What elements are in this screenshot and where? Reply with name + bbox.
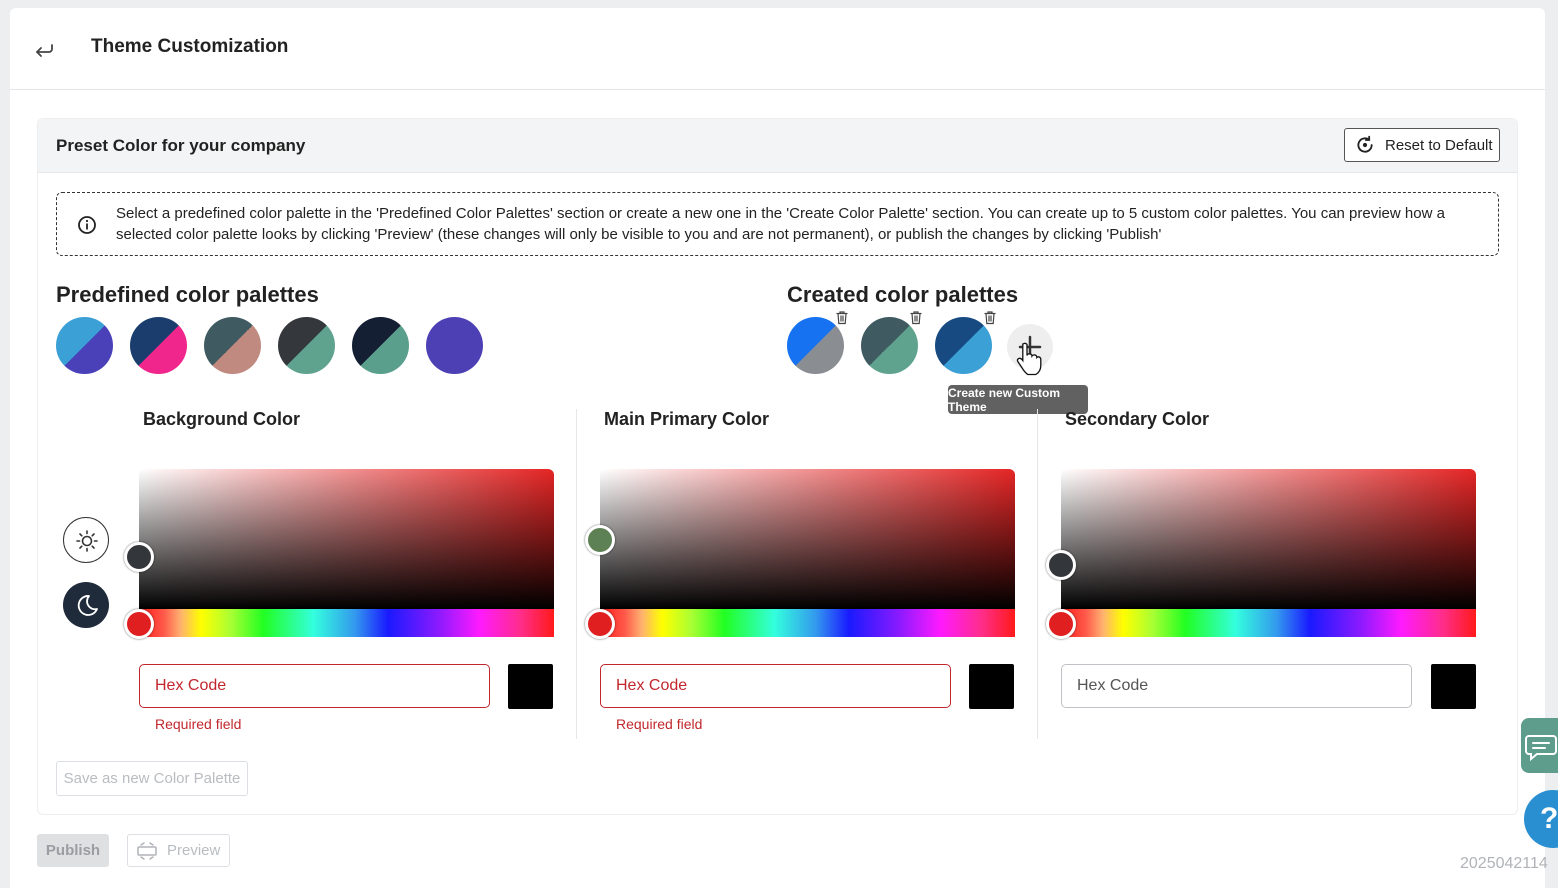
secondary-picker-handle[interactable] [1046,550,1076,580]
column-divider [1037,409,1038,739]
created-palette-swatch[interactable] [787,317,844,374]
section-header: Preset Color for your company Reset to D… [38,119,1517,173]
main-primary-color-title: Main Primary Color [604,409,770,429]
background-color-preview [508,664,553,709]
build-stamp: 2025042114 [1460,855,1548,872]
main-card: Theme Customization Preset Color for you… [10,8,1545,888]
primary-picker-handle[interactable] [585,525,615,555]
predefined-palette-swatch[interactable] [426,317,483,374]
background-color-picker[interactable] [139,469,554,609]
info-icon [78,216,96,234]
delete-palette-icon[interactable] [909,310,923,325]
secondary-hue-handle[interactable] [1046,609,1076,639]
secondary-color-title: Secondary Color [1065,409,1210,429]
primary-hue-handle[interactable] [585,609,615,639]
light-mode-button[interactable] [63,517,109,563]
chat-icon [1525,735,1557,762]
delete-palette-icon[interactable] [983,310,997,325]
preview-button[interactable]: Preview [127,834,230,867]
primary-color-picker[interactable] [600,469,1015,609]
reset-to-default-button[interactable]: Reset to Default [1344,128,1500,162]
preview-icon [137,841,157,860]
info-banner: Select a predefined color palette in the… [56,192,1499,256]
column-divider [576,409,577,739]
page-title: Theme Customization [91,36,289,57]
question-icon: ? [1540,802,1558,835]
primary-hex-input[interactable] [600,664,951,708]
hand-cursor-icon [1016,342,1042,376]
background-hue-handle[interactable] [124,609,154,639]
predefined-palette-swatch[interactable] [204,317,261,374]
predefined-palette-swatch[interactable] [56,317,113,374]
background-picker-handle[interactable] [124,542,154,572]
created-palettes-title: Created color palettes [787,282,1019,307]
background-color-title: Background Color [143,409,301,429]
dark-mode-button[interactable] [63,582,109,628]
reset-label: Reset to Default [1385,136,1493,154]
save-palette-button[interactable]: Save as new Color Palette [56,761,248,796]
background-hex-input[interactable] [139,664,490,708]
reset-icon [1357,135,1373,153]
preview-label: Preview [167,842,221,859]
section-title: Preset Color for your company [56,136,306,155]
predefined-palettes-title: Predefined color palettes [56,282,319,307]
background-hue-slider[interactable] [139,609,554,637]
delete-palette-icon[interactable] [835,310,849,325]
primary-color-preview [969,664,1014,709]
sun-icon [76,530,98,552]
predefined-palette-swatch[interactable] [130,317,187,374]
secondary-color-picker[interactable] [1061,469,1476,609]
secondary-color-preview [1431,664,1476,709]
chat-button[interactable] [1521,718,1558,773]
moon-icon [77,595,98,616]
back-arrow-icon[interactable] [32,38,56,62]
primary-hue-slider[interactable] [600,609,1015,637]
secondary-hue-slider[interactable] [1061,609,1476,637]
predefined-palette-swatch[interactable] [352,317,409,374]
publish-button[interactable]: Publish [37,834,109,867]
preset-color-section: Preset Color for your company Reset to D… [37,118,1518,815]
predefined-palette-swatch[interactable] [278,317,335,374]
secondary-hex-input[interactable] [1061,664,1412,708]
created-palette-swatch[interactable] [935,317,992,374]
top-bar: Theme Customization [10,8,1545,90]
primary-error-text: Required field [616,716,703,732]
background-error-text: Required field [155,716,242,732]
created-palette-swatch[interactable] [861,317,918,374]
info-text: Select a predefined color palette in the… [116,205,1445,243]
